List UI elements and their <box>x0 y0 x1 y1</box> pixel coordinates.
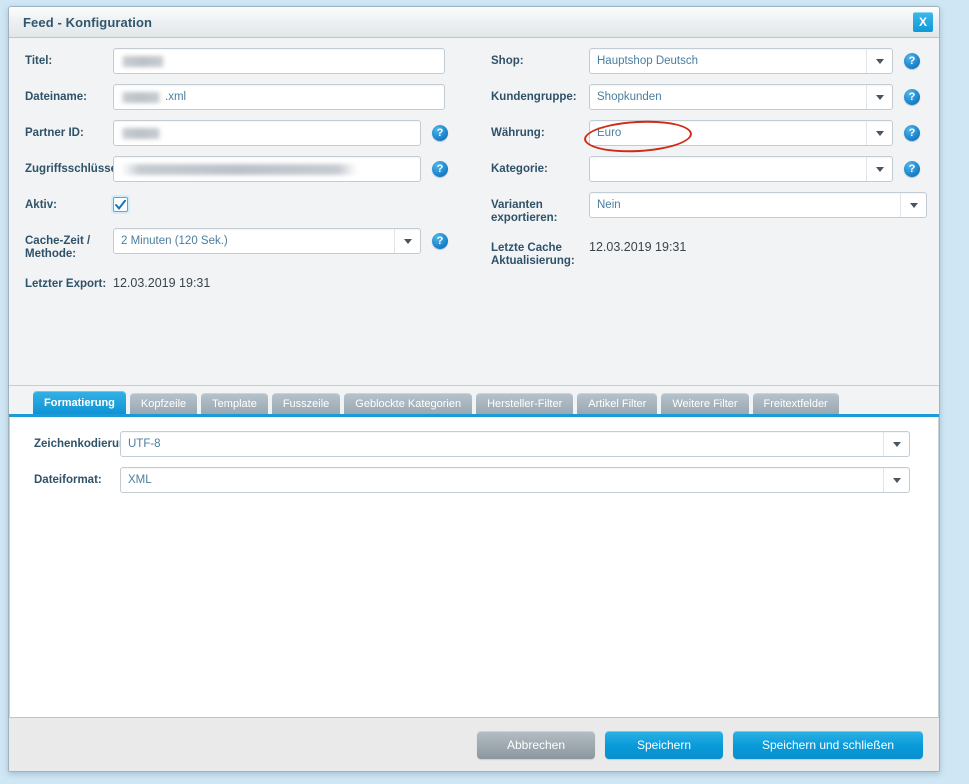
field-row-zeichenkodierung: Zeichenkodierung: UTF-8 <box>10 431 938 457</box>
chevron-down-icon[interactable] <box>866 85 892 109</box>
label-dateiname: Dateiname: <box>25 91 87 103</box>
tab-artikel-filter[interactable]: Artikel Filter <box>577 393 658 414</box>
select-dateiformat-value: XML <box>128 474 152 486</box>
check-icon <box>115 199 126 210</box>
label-titel: Titel: <box>25 55 53 67</box>
label-kundengruppe: Kundengruppe: <box>491 91 577 103</box>
value-letzter-export: 12.03.2019 19:31 <box>113 276 211 290</box>
input-zugriffsschluessel[interactable] <box>113 156 421 182</box>
save-button[interactable]: Speichern <box>605 730 723 759</box>
chevron-down-icon[interactable] <box>866 49 892 73</box>
label-dateiformat: Dateiformat: <box>34 474 102 486</box>
chevron-down-icon[interactable] <box>883 432 909 456</box>
value-letzte-cache-aktualisierung: 12.03.2019 19:31 <box>589 240 687 254</box>
field-row-waehrung: Währung: Euro ? <box>479 120 939 146</box>
tab-formatierung[interactable]: Formatierung <box>33 391 126 414</box>
save-and-close-button[interactable]: Speichern und schließen <box>733 730 923 759</box>
redacted-value <box>121 91 161 103</box>
redacted-value <box>121 163 357 175</box>
label-zugriffsschluessel: Zugriffsschlüssel: <box>25 163 125 175</box>
tab-template[interactable]: Template <box>201 393 268 414</box>
select-cache-zeit-value: 2 Minuten (120 Sek.) <box>121 235 228 247</box>
dialog-footer: Abbrechen Speichern Speichern und schlie… <box>9 717 939 771</box>
tab-geblockte-kategorien[interactable]: Geblockte Kategorien <box>344 393 473 414</box>
field-row-dateiformat: Dateiformat: XML <box>10 467 938 493</box>
label-zeichenkodierung: Zeichenkodierung: <box>34 438 137 450</box>
help-icon[interactable]: ? <box>432 161 448 177</box>
tab-kopfzeile[interactable]: Kopfzeile <box>129 393 198 414</box>
select-cache-zeit[interactable]: 2 Minuten (120 Sek.) <box>113 228 421 254</box>
select-varianten-exportieren-value: Nein <box>597 199 621 211</box>
chevron-down-icon[interactable] <box>866 157 892 181</box>
field-row-titel: Titel: <box>9 48 479 74</box>
field-row-varianten-exportieren: Varianten exportieren: Nein <box>479 192 939 225</box>
select-waehrung[interactable]: Euro <box>589 120 893 146</box>
select-shop-value: Hauptshop Deutsch <box>597 55 699 67</box>
configuration-form: Titel: Dateiname: .xml Partner ID: ? Zug… <box>9 38 939 386</box>
checkbox-aktiv[interactable] <box>113 197 128 212</box>
cancel-button[interactable]: Abbrechen <box>477 730 595 759</box>
help-icon[interactable]: ? <box>432 125 448 141</box>
field-row-aktiv: Aktiv: <box>9 192 479 218</box>
redacted-value <box>121 55 165 67</box>
help-icon[interactable]: ? <box>904 125 920 141</box>
select-waehrung-value: Euro <box>597 127 622 139</box>
label-cache-zeit: Cache-Zeit / Methode: <box>25 235 91 260</box>
label-letzte-cache-aktualisierung: Letzte Cache Aktualisierung: <box>491 242 575 267</box>
field-row-kundengruppe: Kundengruppe: Shopkunden ? <box>479 84 939 110</box>
field-row-kategorie: Kategorie: ? <box>479 156 939 182</box>
tab-weitere-filter[interactable]: Weitere Filter <box>661 393 749 414</box>
label-aktiv: Aktiv: <box>25 199 57 211</box>
tabstrip: Formatierung Kopfzeile Template Fusszeil… <box>9 386 939 417</box>
label-shop: Shop: <box>491 55 524 67</box>
chevron-down-icon[interactable] <box>866 121 892 145</box>
chevron-down-icon[interactable] <box>900 193 926 217</box>
field-row-zugriffsschluessel: Zugriffsschlüssel: ? <box>9 156 479 182</box>
dateiname-suffix: .xml <box>165 91 187 103</box>
select-shop[interactable]: Hauptshop Deutsch <box>589 48 893 74</box>
select-kundengruppe[interactable]: Shopkunden <box>589 84 893 110</box>
label-varianten-exportieren: Varianten exportieren: <box>491 199 558 224</box>
feed-configuration-dialog: Feed - Konfiguration X Titel: Dateiname:… <box>8 6 940 772</box>
select-dateiformat[interactable]: XML <box>120 467 910 493</box>
help-icon[interactable]: ? <box>904 89 920 105</box>
tab-hersteller-filter[interactable]: Hersteller-Filter <box>476 393 574 414</box>
dialog-title: Feed - Konfiguration <box>23 14 153 30</box>
label-partner-id: Partner ID: <box>25 127 84 139</box>
input-partner-id[interactable] <box>113 120 421 146</box>
chevron-down-icon[interactable] <box>883 468 909 492</box>
label-waehrung: Währung: <box>491 127 545 139</box>
field-row-letzter-export: Letzter Export: 12.03.2019 19:31 <box>9 271 479 297</box>
redacted-value <box>121 127 161 139</box>
field-row-shop: Shop: Hauptshop Deutsch ? <box>479 48 939 74</box>
form-left-column: Titel: Dateiname: .xml Partner ID: ? Zug… <box>9 48 479 307</box>
label-letzter-export: Letzter Export: <box>25 278 107 290</box>
select-zeichenkodierung[interactable]: UTF-8 <box>120 431 910 457</box>
tab-freitextfelder[interactable]: Freitextfelder <box>752 393 839 414</box>
input-titel[interactable] <box>113 48 445 74</box>
select-kundengruppe-value: Shopkunden <box>597 91 662 103</box>
field-row-cache-zeit: Cache-Zeit / Methode: 2 Minuten (120 Sek… <box>9 228 479 261</box>
field-row-partner-id: Partner ID: ? <box>9 120 479 146</box>
chevron-down-icon[interactable] <box>394 229 420 253</box>
close-icon[interactable]: X <box>913 12 933 32</box>
field-row-dateiname: Dateiname: .xml <box>9 84 479 110</box>
select-kategorie[interactable] <box>589 156 893 182</box>
tab-fusszeile[interactable]: Fusszeile <box>271 393 341 414</box>
label-kategorie: Kategorie: <box>491 163 548 175</box>
field-row-letzte-cache-aktualisierung: Letzte Cache Aktualisierung: 12.03.2019 … <box>479 235 939 268</box>
help-icon[interactable]: ? <box>904 161 920 177</box>
help-icon[interactable]: ? <box>904 53 920 69</box>
select-varianten-exportieren[interactable]: Nein <box>589 192 927 218</box>
input-dateiname[interactable]: .xml <box>113 84 445 110</box>
form-right-column: Shop: Hauptshop Deutsch ? Kundengruppe: … <box>479 48 939 278</box>
select-zeichenkodierung-value: UTF-8 <box>128 438 161 450</box>
tab-panel-formatierung: Zeichenkodierung: UTF-8 Dateiformat: XML <box>9 417 939 717</box>
help-icon[interactable]: ? <box>432 233 448 249</box>
dialog-titlebar: Feed - Konfiguration X <box>9 7 939 38</box>
